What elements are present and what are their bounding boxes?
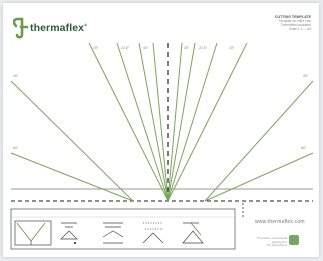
title-block: CUTTING TEMPLATE Template for mitre cuts… <box>229 15 311 31</box>
dotted-mitre-icon <box>142 222 164 244</box>
template-sheet: 15° 22.5° 30° 30° 22.5° 15° 45° 60° 45° … <box>3 3 319 257</box>
angle-label: 15° <box>93 46 99 50</box>
angled-cut-icon <box>182 222 204 244</box>
title-line: Scale 1:1 — A4 <box>289 27 311 31</box>
angle-label: 22.5° <box>199 46 208 50</box>
corner-joint-icon <box>60 222 78 245</box>
angle-label: 30° <box>184 46 190 50</box>
angle-label: 60° <box>301 146 307 150</box>
guide-line <box>10 152 134 202</box>
angle-guide-fan <box>88 42 248 202</box>
guide-line <box>204 80 314 202</box>
guide-line <box>204 152 314 202</box>
footer-note: Thermaflex International Holding B.V. Th… <box>235 236 287 248</box>
guide-line <box>10 80 134 202</box>
angle-label: 30° <box>143 46 149 50</box>
brand-name: thermaflex® <box>30 22 88 34</box>
brand-logo: thermaflex® <box>13 13 87 43</box>
guide-line <box>138 42 169 202</box>
angle-label: 45° <box>13 74 19 78</box>
tee-joint-icon <box>102 222 124 244</box>
brand-url: www.thermaflex.com <box>255 219 305 225</box>
guide-line <box>88 42 169 202</box>
angle-label: 15° <box>229 46 235 50</box>
guide-line <box>167 42 196 202</box>
certification-mark-icon <box>289 235 299 245</box>
angle-label: 60° <box>13 146 19 150</box>
v-cut-icon <box>14 220 52 246</box>
footer-line: The Netherlands <box>266 243 287 248</box>
angle-label: 45° <box>303 74 309 78</box>
angle-label: 22.5° <box>121 46 130 50</box>
thermaflex-logo-icon <box>13 17 29 39</box>
